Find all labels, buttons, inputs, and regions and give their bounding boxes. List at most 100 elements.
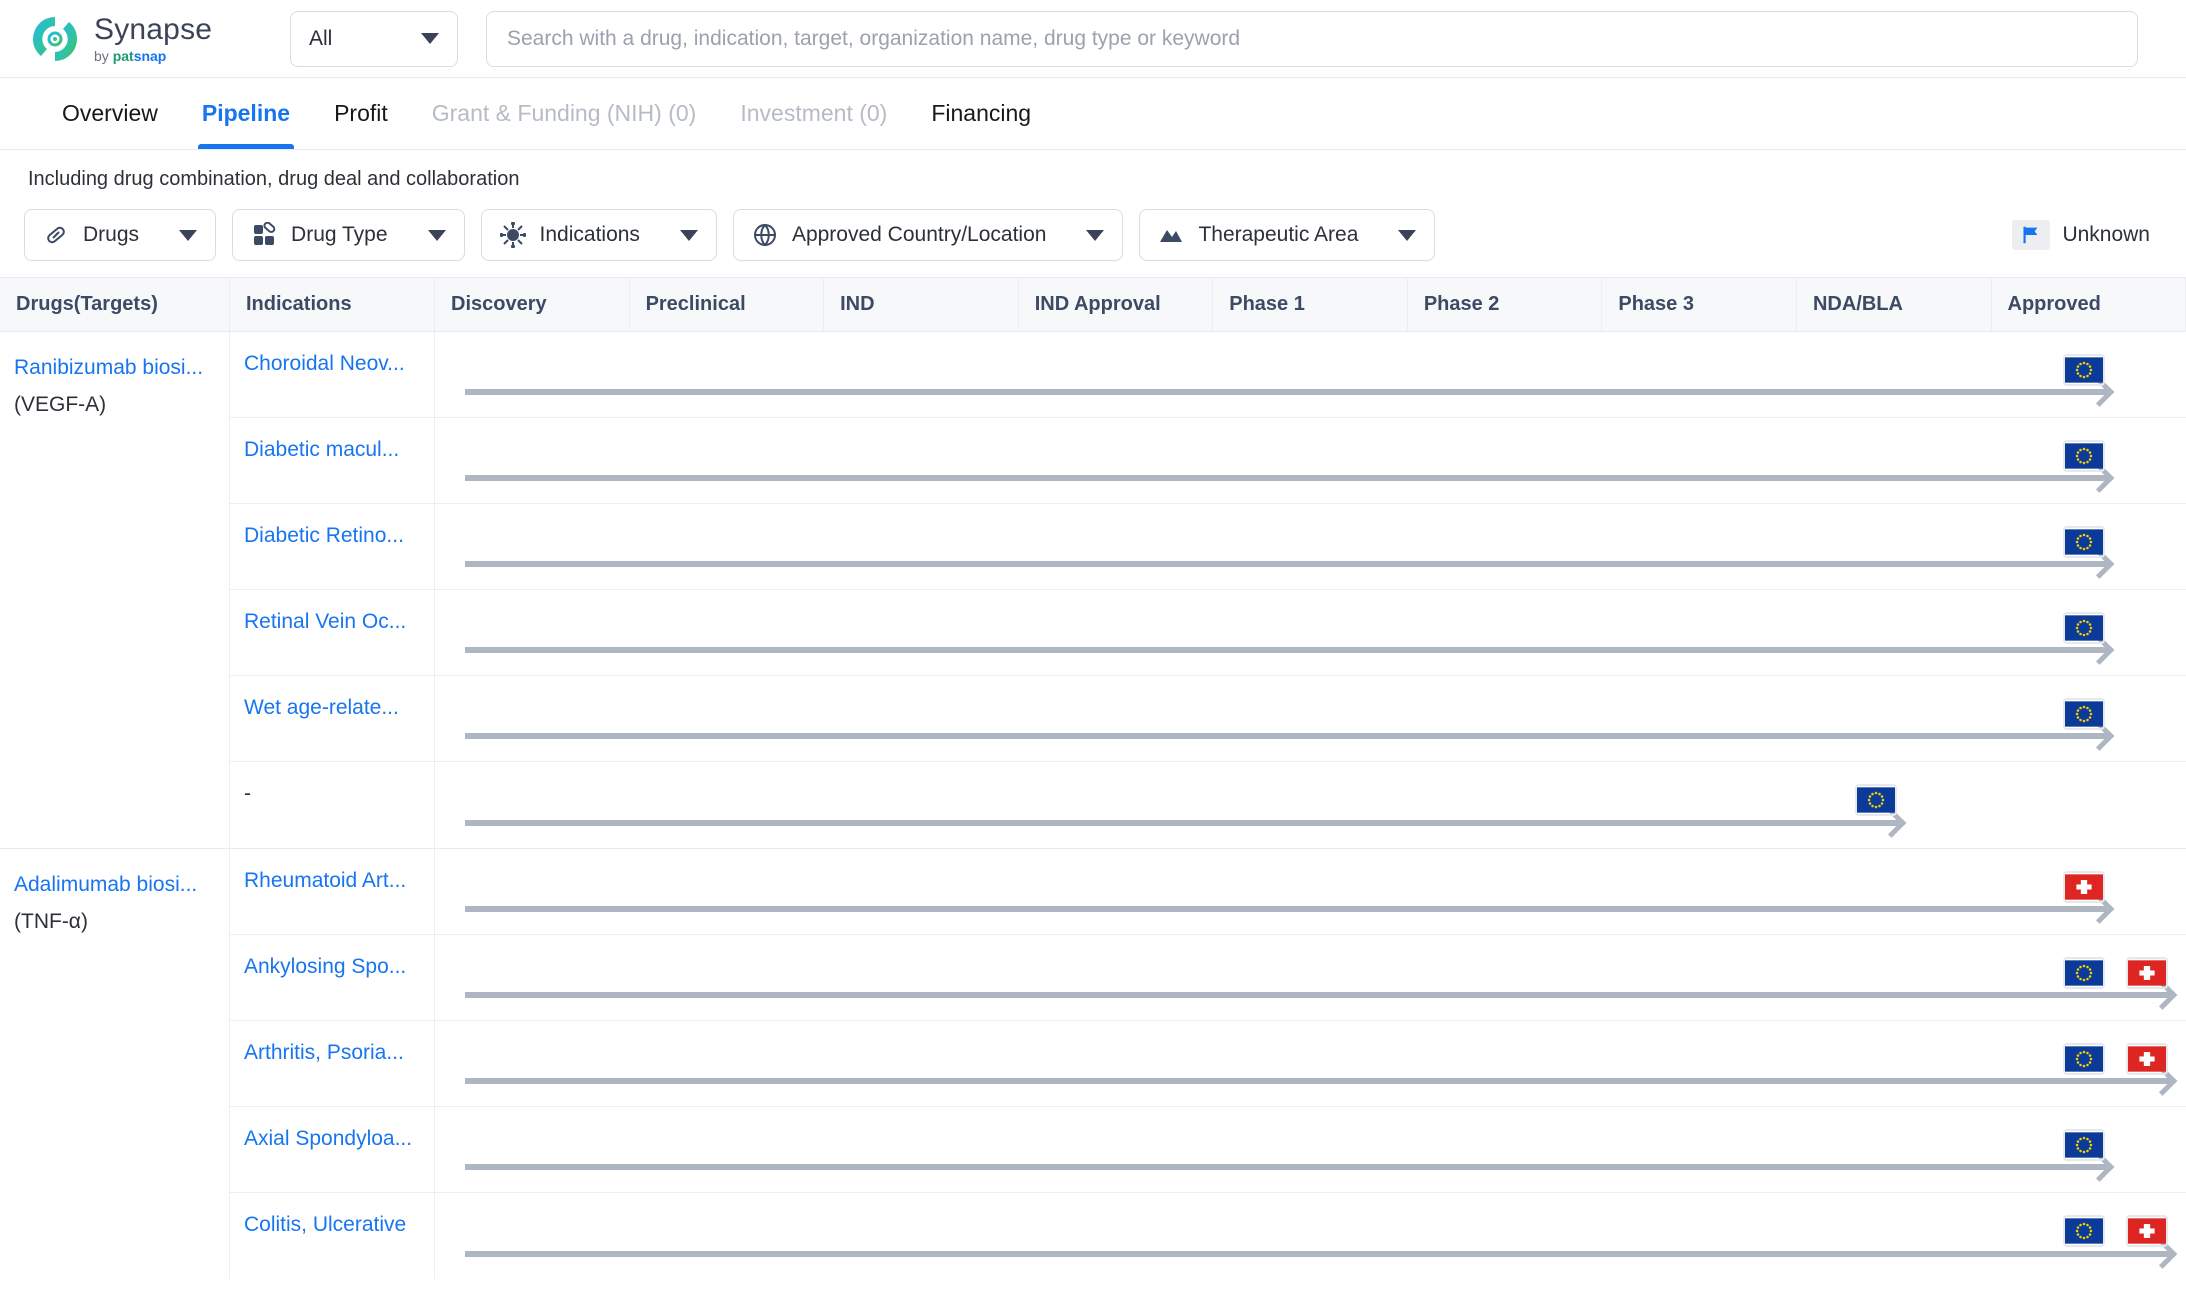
filter-drug-type[interactable]: Drug Type	[232, 209, 465, 261]
search-input[interactable]	[507, 26, 2117, 51]
approval-flag-ch-icon[interactable]	[2128, 1217, 2166, 1245]
stage-track	[435, 935, 2186, 1020]
drug-name-link[interactable]: Adalimumab biosi...	[14, 871, 215, 898]
indication-rows: Choroidal Neov... Diabetic macul... Diabet…	[230, 332, 2186, 848]
indication-link[interactable]: Rheumatoid Art...	[244, 869, 424, 893]
drug-cell: Adalimumab biosi... (TNF-α)	[0, 849, 230, 1279]
approval-flag-eu-icon[interactable]	[2064, 1217, 2103, 1245]
col-preclinical: Preclinical	[630, 278, 825, 331]
brand-name: Synapse	[94, 12, 213, 46]
search-scope-value: All	[309, 26, 333, 50]
approval-flag-eu-icon[interactable]	[2064, 528, 2103, 556]
col-ind: IND	[824, 278, 1019, 331]
tab-financing[interactable]: Financing	[909, 78, 1053, 149]
top-bar: Synapse by patsnap All	[0, 0, 2186, 78]
stage-track	[435, 332, 2186, 417]
filter-therapeutic-area[interactable]: Therapeutic Area	[1139, 209, 1436, 261]
drug-group: Ranibizumab biosi... (VEGF-A) Choroidal Ne…	[0, 332, 2186, 849]
stage-progress-arrow	[465, 475, 2107, 481]
table-row: Wet age-relate...	[230, 676, 2186, 762]
stage-track	[435, 1193, 2186, 1279]
approval-flag-ch-icon[interactable]	[2128, 1045, 2166, 1073]
indication-cell: Axial Spondyloa...	[230, 1107, 435, 1192]
indication-cell: Diabetic Retino...	[230, 504, 435, 589]
chevron-down-icon	[427, 229, 446, 241]
tab-grant-funding[interactable]: Grant & Funding (NIH) (0)	[410, 78, 719, 149]
pills-icon	[251, 221, 277, 248]
approval-flag-eu-icon[interactable]	[2064, 442, 2103, 470]
tab-pipeline[interactable]: Pipeline	[180, 78, 312, 149]
indication-link[interactable]: Arthritis, Psoria...	[244, 1041, 424, 1065]
indication-cell: Wet age-relate...	[230, 676, 435, 761]
drug-target-label: (TNF-α)	[14, 910, 88, 934]
table-row: Ankylosing Spo...	[230, 935, 2186, 1021]
stage-progress-arrow	[465, 1164, 2107, 1170]
virus-icon	[499, 221, 527, 249]
approval-flag-eu-icon[interactable]	[2064, 1045, 2103, 1073]
pipeline-table: Drugs(Targets) Indications Discovery Pre…	[0, 277, 2186, 1279]
chevron-down-icon	[1086, 229, 1105, 241]
indication-link[interactable]: Axial Spondyloa...	[244, 1127, 424, 1151]
stage-track	[435, 849, 2186, 934]
stage-track	[435, 1021, 2186, 1106]
mountain-icon	[1158, 222, 1184, 248]
approval-flag-eu-icon[interactable]	[2064, 614, 2103, 642]
legend-unknown-label: Unknown	[2062, 223, 2150, 246]
col-phase-3: Phase 3	[1602, 278, 1797, 331]
col-phase-1: Phase 1	[1213, 278, 1408, 331]
indication-empty: -	[244, 782, 251, 805]
filter-drugs[interactable]: Drugs	[24, 209, 217, 261]
approval-flag-eu-icon[interactable]	[2064, 1131, 2103, 1159]
brand[interactable]: Synapse by patsnap	[28, 12, 278, 66]
approval-flag-eu-icon[interactable]	[1856, 786, 1895, 814]
tab-profit[interactable]: Profit	[312, 78, 410, 149]
stage-track	[435, 504, 2186, 589]
stage-progress-arrow	[465, 647, 2107, 653]
drug-name-link[interactable]: Ranibizumab biosi...	[14, 354, 215, 381]
filter-indications-label: Indications	[539, 223, 640, 246]
indication-cell: Rheumatoid Art...	[230, 849, 435, 934]
approval-flag-eu-icon[interactable]	[2064, 700, 2103, 728]
indication-link[interactable]: Colitis, Ulcerative	[244, 1213, 424, 1237]
indication-rows: Rheumatoid Art... Ankylosing Spo... Arthri…	[230, 849, 2186, 1279]
indication-cell: Ankylosing Spo...	[230, 935, 435, 1020]
indication-cell: Retinal Vein Oc...	[230, 590, 435, 675]
filter-therapeutic-area-label: Therapeutic Area	[1198, 223, 1359, 246]
filter-drugs-label: Drugs	[83, 223, 140, 246]
pipeline-subnote: Including drug combination, drug deal an…	[28, 168, 520, 190]
indication-link[interactable]: Ankylosing Spo...	[244, 955, 424, 979]
table-row: Choroidal Neov...	[230, 332, 2186, 418]
stage-track	[435, 676, 2186, 761]
col-discovery: Discovery	[435, 278, 630, 331]
table-row: Diabetic Retino...	[230, 504, 2186, 590]
indication-link[interactable]: Diabetic Retino...	[244, 524, 424, 548]
filter-indications[interactable]: Indications	[480, 209, 717, 261]
indication-cell: Colitis, Ulcerative	[230, 1193, 435, 1279]
approval-flag-eu-icon[interactable]	[2064, 356, 2103, 384]
indication-link[interactable]: Retinal Vein Oc...	[244, 610, 424, 634]
chevron-down-icon	[679, 229, 698, 241]
table-row: Rheumatoid Art...	[230, 849, 2186, 935]
search-box[interactable]	[486, 10, 2138, 67]
search-scope-select[interactable]: All	[290, 10, 458, 67]
col-drugs-targets: Drugs(Targets)	[0, 278, 230, 331]
approval-flag-ch-icon[interactable]	[2064, 873, 2103, 901]
stage-progress-arrow	[465, 906, 2107, 912]
table-row: Retinal Vein Oc...	[230, 590, 2186, 676]
stage-progress-arrow	[465, 1251, 2170, 1257]
tab-overview[interactable]: Overview	[40, 78, 180, 149]
approval-flag-eu-icon[interactable]	[2064, 959, 2103, 987]
stage-track	[435, 762, 2186, 848]
main-tabs: Overview Pipeline Profit Grant & Funding…	[0, 78, 2186, 150]
table-body: Ranibizumab biosi... (VEGF-A) Choroidal Ne…	[0, 332, 2186, 1279]
tab-investment[interactable]: Investment (0)	[718, 78, 909, 149]
indication-link[interactable]: Choroidal Neov...	[244, 352, 424, 376]
table-row: -	[230, 762, 2186, 848]
approval-flag-ch-icon[interactable]	[2128, 959, 2166, 987]
indication-link[interactable]: Wet age-relate...	[244, 696, 424, 720]
blue-flag-icon	[2012, 220, 2051, 250]
filter-approved-country[interactable]: Approved Country/Location	[732, 209, 1124, 261]
table-header-row: Drugs(Targets) Indications Discovery Pre…	[0, 278, 2186, 332]
stage-progress-arrow	[465, 561, 2107, 567]
indication-link[interactable]: Diabetic macul...	[244, 438, 424, 462]
